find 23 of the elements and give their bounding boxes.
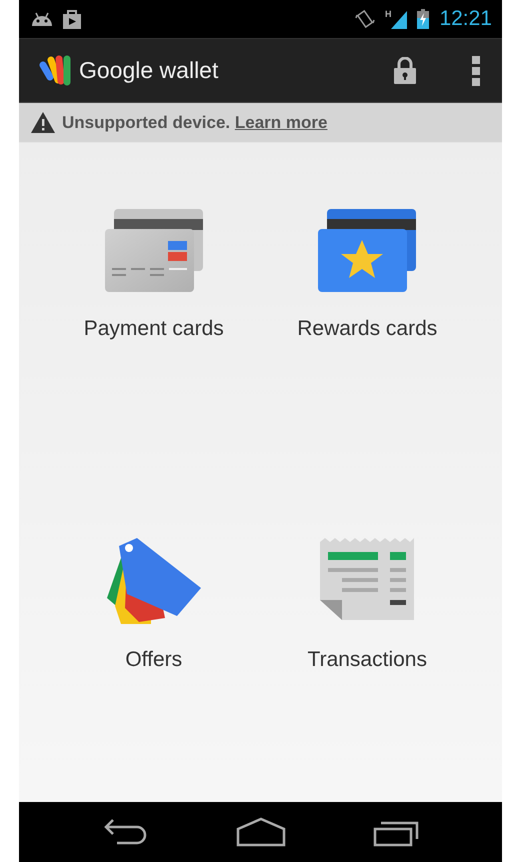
app-title: Google wallet: [79, 57, 218, 84]
credit-cards-icon: [104, 207, 203, 293]
battery-icon: [417, 9, 430, 29]
clock-time: 12:21: [439, 7, 492, 31]
tags-icon: [104, 538, 203, 624]
tile-label[interactable]: Offers: [125, 648, 182, 672]
learn-more-link[interactable]: Learn more: [234, 112, 328, 132]
warning-icon: [31, 112, 55, 133]
tile-label[interactable]: Rewards cards: [297, 317, 438, 341]
wallet-logo-icon: [39, 54, 73, 86]
android-icon: [31, 12, 53, 26]
warning-message: Unsupported device. Learn more: [62, 112, 328, 132]
back-icon[interactable]: [102, 818, 148, 846]
vibrate-icon: [354, 9, 375, 29]
network-type-label: H: [384, 10, 392, 19]
signal-icon: [391, 9, 408, 29]
shopping-bag-icon: [63, 9, 81, 29]
tile-label[interactable]: Payment cards: [84, 317, 224, 341]
star-cards-icon: [318, 207, 416, 293]
menu-icon[interactable]: [472, 56, 480, 86]
lock-icon[interactable]: [394, 57, 416, 84]
tile-label[interactable]: Transactions: [308, 648, 427, 672]
home-icon[interactable]: [236, 817, 286, 847]
